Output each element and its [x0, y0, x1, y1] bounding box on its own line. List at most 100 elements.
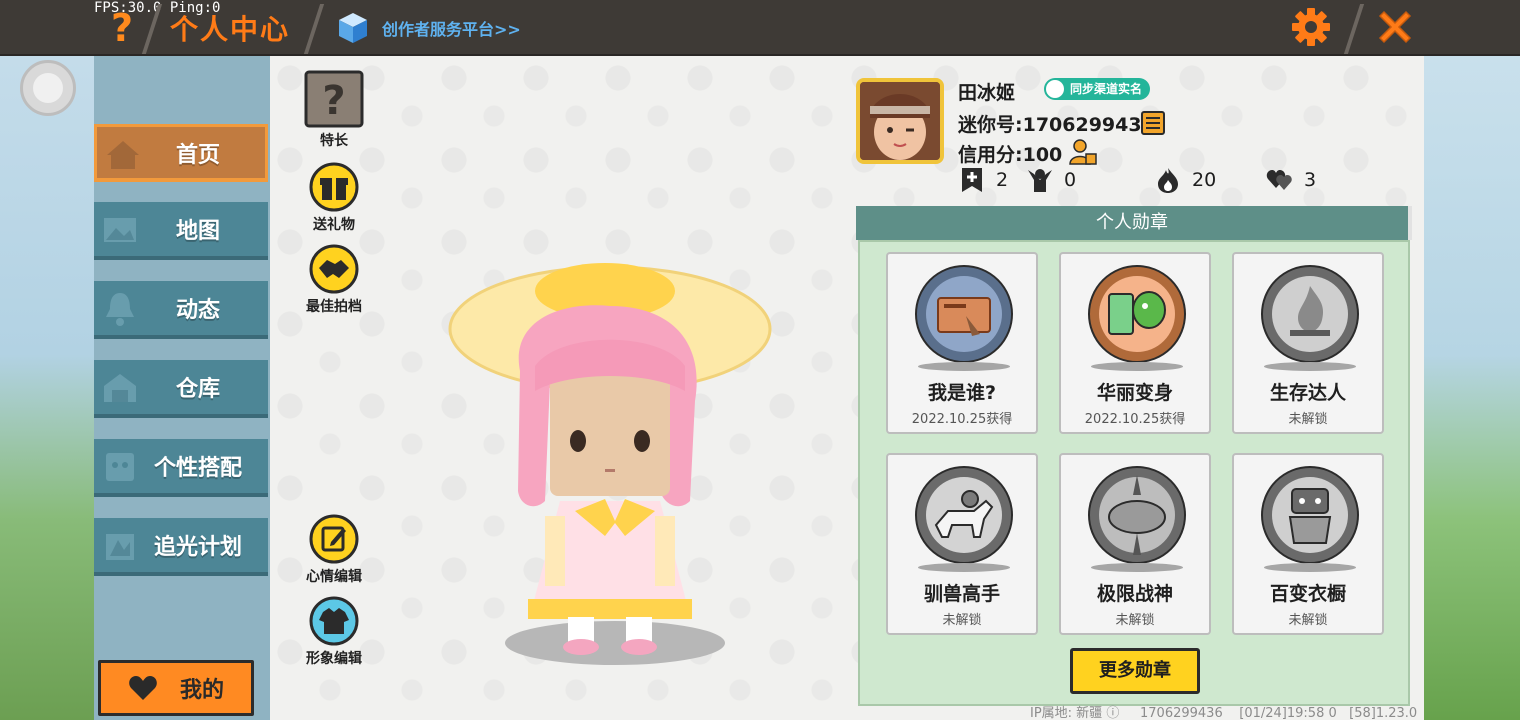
sidebar-item-label: 动态 — [175, 298, 220, 323]
likes-stat[interactable]: 3 — [1266, 166, 1316, 194]
likes-count: 3 — [1304, 169, 1317, 191]
medal-name: 极限战神 — [1096, 583, 1173, 605]
specialty-label: 特长 — [320, 133, 348, 149]
fans-count: 0 — [1064, 169, 1077, 191]
sidebar-item-label: 个性搭配 — [153, 456, 242, 481]
campfire-medal-icon — [1261, 265, 1359, 363]
question-box-icon: ? — [304, 70, 364, 128]
footer-version: [58]1.23.0 — [1349, 706, 1418, 720]
close-icon[interactable] — [1374, 6, 1416, 48]
sidebar-item-spotlight[interactable]: 追光计划 — [94, 518, 268, 576]
sidebar: 首页 地图 动态 仓库 个性搭配 追光计划 我的 — [94, 56, 270, 720]
outfit-icon — [106, 453, 134, 481]
medal-status: 2022.10.25获得 — [1084, 412, 1186, 427]
send-gift-button[interactable]: 送礼物 — [294, 162, 374, 234]
medal-card[interactable]: 极限战神 未解锁 — [1059, 453, 1211, 635]
realname-badge-label: 同步渠道实名 — [1070, 82, 1143, 96]
verified-user-icon — [1046, 80, 1064, 98]
record-icon — [33, 73, 63, 103]
credit-user-icon[interactable] — [1068, 138, 1098, 166]
svg-text:?: ? — [322, 78, 345, 124]
game-world-background-left — [0, 56, 94, 720]
mood-edit-button[interactable]: 心情编辑 — [294, 514, 374, 586]
record-button[interactable] — [20, 60, 76, 116]
divider — [303, 4, 325, 54]
medal-shadow — [1091, 362, 1183, 371]
footer-uid: 1706299436 — [1140, 706, 1223, 720]
medal-name: 百变衣橱 — [1269, 583, 1346, 605]
medal-status: 未解锁 — [1115, 613, 1155, 628]
medal-name: 驯兽高手 — [923, 583, 1000, 605]
medal-name: 华丽变身 — [1096, 382, 1173, 404]
bookmark-plus-icon — [962, 168, 982, 192]
hearts-icon — [1266, 170, 1292, 190]
creator-platform-label: 创作者服务平台>> — [382, 20, 521, 39]
footer-info: IP属地: 新疆 ⓘ 1706299436 [01/24]19:58 0 [58… — [1030, 702, 1417, 720]
help-button[interactable]: ? — [104, 8, 140, 48]
popularity-count: 20 — [1192, 169, 1217, 191]
specialty-button[interactable]: ? 特长 — [294, 70, 374, 150]
gift-icon — [309, 162, 359, 212]
flame-icon — [1158, 168, 1178, 193]
medal-card[interactable]: 生存达人 未解锁 — [1232, 252, 1384, 434]
boss-sword-medal-icon — [1088, 466, 1186, 564]
medal-status: 未解锁 — [1288, 412, 1328, 427]
mood-edit-label: 心情编辑 — [306, 569, 362, 585]
sidebar-item-label: 追光计划 — [153, 535, 242, 560]
medal-card[interactable]: 我是谁? 2022.10.25获得 — [886, 252, 1038, 434]
medals-panel: 我是谁? 2022.10.25获得 华丽变身 2022.10.25获得 生存达人… — [858, 240, 1410, 706]
heart-icon — [129, 676, 157, 700]
medal-shadow — [1091, 563, 1183, 572]
sidebar-item-outfit[interactable]: 个性搭配 — [94, 439, 268, 497]
spotlight-icon — [106, 534, 134, 560]
wardrobe-robot-medal-icon — [1261, 466, 1359, 564]
mini-id: 迷你号:1706299436 — [958, 114, 1155, 136]
footer-timestamp: [01/24]19:58 0 — [1239, 706, 1337, 720]
profile-avatar[interactable] — [856, 78, 944, 164]
id-card-medal-icon — [915, 265, 1013, 363]
horse-rider-medal-icon — [915, 466, 1013, 564]
medal-card[interactable]: 华丽变身 2022.10.25获得 — [1059, 252, 1211, 434]
shirt-icon — [309, 596, 359, 646]
collections-stat[interactable]: 2 — [958, 166, 1008, 194]
collections-count: 2 — [996, 169, 1009, 191]
info-icon: ⓘ — [1106, 706, 1120, 720]
popularity-stat[interactable]: 20 — [1154, 166, 1216, 194]
send-gift-label: 送礼物 — [313, 217, 355, 233]
sidebar-item-map[interactable]: 地图 — [94, 202, 268, 260]
settings-gear-icon[interactable] — [1290, 6, 1332, 48]
realname-badge[interactable]: 同步渠道实名 — [1044, 78, 1151, 100]
sidebar-item-home[interactable]: 首页 — [94, 124, 268, 182]
best-partner-button[interactable]: 最佳拍档 — [294, 244, 374, 316]
medal-card[interactable]: 驯兽高手 未解锁 — [886, 453, 1038, 635]
medal-status: 2022.10.25获得 — [911, 412, 1013, 427]
fans-stat[interactable]: 0 — [1026, 166, 1076, 194]
sidebar-item-feed[interactable]: 动态 — [94, 281, 268, 339]
mine-label: 我的 — [179, 678, 224, 703]
game-world-background-right — [1424, 56, 1520, 720]
medal-shadow — [1264, 362, 1356, 371]
mine-button[interactable]: 我的 — [98, 660, 254, 716]
edit-icon — [309, 514, 359, 564]
divider — [1343, 4, 1365, 54]
fans-icon — [1028, 169, 1052, 192]
sidebar-item-warehouse[interactable]: 仓库 — [94, 360, 268, 418]
ip-region: IP属地: 新疆 — [1030, 706, 1103, 720]
player-avatar[interactable] — [440, 261, 790, 681]
look-edit-button[interactable]: 形象编辑 — [294, 596, 374, 668]
more-medals-button[interactable]: 更多勋章 — [1070, 648, 1200, 694]
player-name: 田冰姬 — [958, 82, 1016, 104]
medal-shadow — [1264, 563, 1356, 572]
creator-platform-link[interactable]: 创作者服务平台>> — [336, 10, 521, 46]
look-edit-label: 形象编辑 — [306, 651, 362, 667]
copy-icon[interactable] — [1140, 110, 1166, 136]
warehouse-icon — [104, 374, 136, 402]
medals-header: 个人勋章 — [856, 206, 1412, 240]
house-icon — [107, 141, 139, 169]
transform-medal-icon — [1088, 265, 1186, 363]
best-partner-label: 最佳拍档 — [306, 299, 362, 315]
medal-shadow — [918, 563, 1010, 572]
bell-icon — [106, 293, 134, 326]
medal-card[interactable]: 百变衣橱 未解锁 — [1232, 453, 1384, 635]
sidebar-item-label: 仓库 — [175, 377, 220, 402]
